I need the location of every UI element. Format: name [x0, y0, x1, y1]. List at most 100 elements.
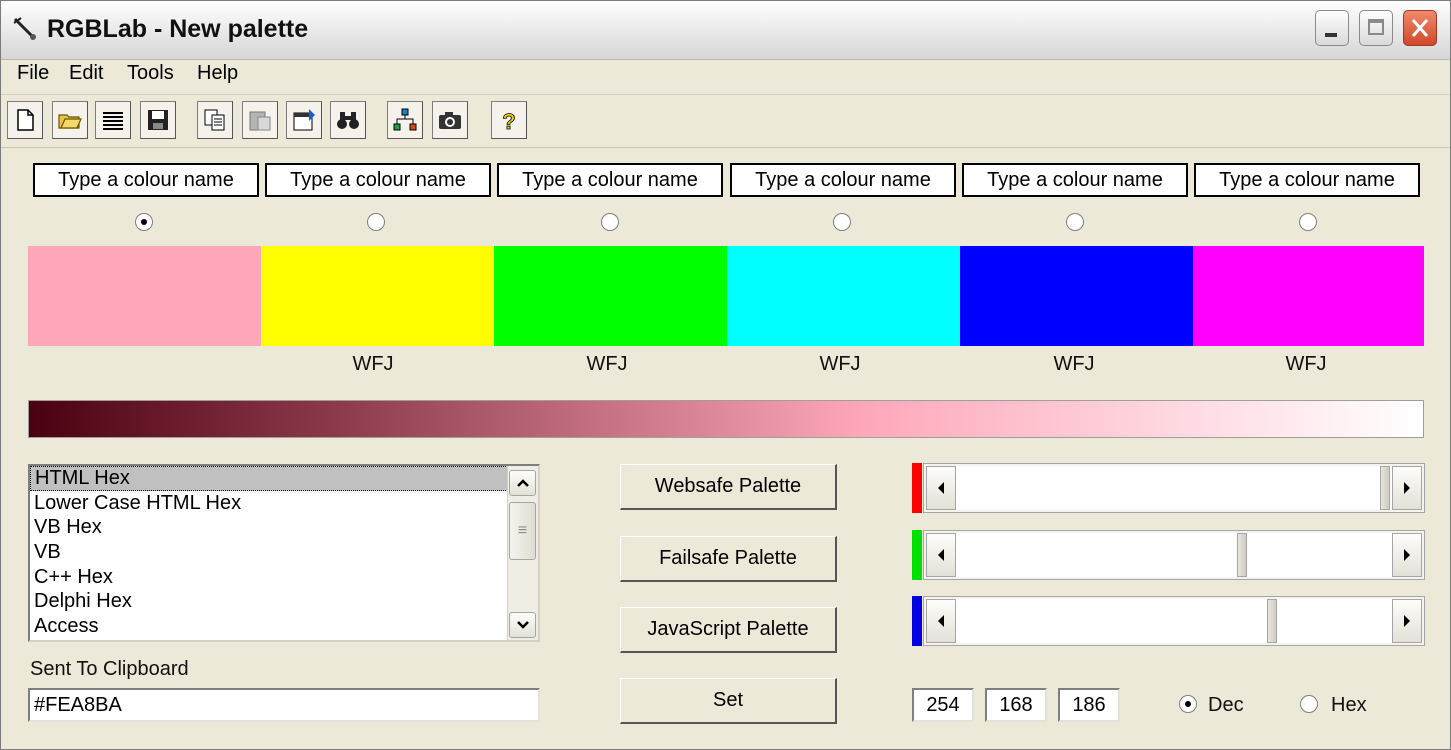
minimize-icon	[1325, 33, 1337, 37]
red-slider[interactable]	[923, 463, 1425, 513]
red-slider-thumb[interactable]	[1380, 466, 1390, 510]
palette-swatch-1[interactable]	[28, 246, 261, 346]
snapshot-button[interactable]	[432, 101, 468, 139]
palette-radio-5[interactable]	[1066, 213, 1084, 231]
menu-file[interactable]: File	[13, 62, 53, 85]
help-button[interactable]: ?	[491, 101, 527, 139]
blue-slider-left-button[interactable]	[926, 599, 956, 643]
arrow-left-icon	[938, 482, 944, 494]
binoculars-icon	[337, 112, 359, 129]
menu-help[interactable]: Help	[193, 62, 242, 85]
red-slider-right-button[interactable]	[1392, 466, 1422, 510]
format-item-html-hex[interactable]: HTML Hex	[30, 466, 508, 491]
scroll-thumb[interactable]: ≡	[509, 502, 536, 560]
blue-slider-right-button[interactable]	[1392, 599, 1422, 643]
swatch-label-3: WFJ	[586, 353, 628, 375]
app-window: RGBLab - New palette File Edit Tools Hel…	[0, 0, 1451, 750]
blue-value-field[interactable]: 186	[1058, 688, 1120, 722]
window-title: RGBLab - New palette	[47, 15, 309, 43]
colour-name-field-3[interactable]: Type a colour name	[497, 163, 723, 197]
chevron-up-icon	[516, 479, 529, 487]
list-button[interactable]	[95, 101, 131, 139]
format-listbox[interactable]: HTML Hex Lower Case HTML Hex VB Hex VB C…	[28, 464, 540, 642]
hierarchy-icon	[393, 108, 417, 131]
maximize-icon	[1368, 19, 1384, 35]
palette-radio-2[interactable]	[367, 213, 385, 231]
green-indicator	[912, 530, 922, 580]
new-button[interactable]	[7, 101, 43, 139]
red-value-field[interactable]: 254	[912, 688, 974, 722]
set-button[interactable]: Set	[620, 678, 837, 724]
palette-radio-3[interactable]	[601, 213, 619, 231]
blue-slider[interactable]	[923, 596, 1425, 646]
failsafe-palette-button[interactable]: Failsafe Palette	[620, 536, 837, 582]
properties-icon	[293, 109, 315, 131]
format-item-access[interactable]: Access	[30, 614, 538, 639]
hex-label: Hex	[1331, 694, 1367, 716]
palette-swatch-4[interactable]	[727, 246, 960, 346]
open-button[interactable]	[52, 101, 88, 139]
green-slider-left-button[interactable]	[926, 533, 956, 577]
find-button[interactable]	[330, 101, 366, 139]
palette-radio-4[interactable]	[833, 213, 851, 231]
arrow-right-icon	[1404, 549, 1410, 561]
clipboard-field[interactable]: #FEA8BA	[28, 688, 540, 722]
format-item-lower-html-hex[interactable]: Lower Case HTML Hex	[30, 491, 538, 516]
red-slider-left-button[interactable]	[926, 466, 956, 510]
help-icon: ?	[502, 109, 516, 133]
copy-button[interactable]	[197, 101, 233, 139]
green-slider-track[interactable]	[956, 533, 1392, 577]
palette-swatch-3[interactable]	[494, 246, 727, 346]
save-button[interactable]	[140, 101, 176, 139]
format-item-cpp-hex[interactable]: C++ Hex	[30, 565, 538, 590]
scroll-up-button[interactable]	[509, 470, 536, 496]
menu-edit[interactable]: Edit	[65, 62, 107, 85]
dec-radio[interactable]	[1179, 695, 1197, 713]
scroll-down-button[interactable]	[509, 612, 536, 638]
shade-gradient-bar[interactable]	[28, 400, 1424, 438]
colour-name-field-1[interactable]: Type a colour name	[33, 163, 259, 197]
colour-name-field-2[interactable]: Type a colour name	[265, 163, 491, 197]
maximize-button[interactable]	[1359, 10, 1393, 46]
svg-text:?: ?	[502, 109, 515, 133]
format-item-delphi-hex[interactable]: Delphi Hex	[30, 589, 538, 614]
properties-button[interactable]	[286, 101, 322, 139]
green-slider-right-button[interactable]	[1392, 533, 1422, 577]
paste-button[interactable]	[242, 101, 278, 139]
dec-label: Dec	[1208, 694, 1244, 716]
swatch-label-4: WFJ	[819, 353, 861, 375]
hierarchy-button[interactable]	[387, 101, 423, 139]
blue-slider-thumb[interactable]	[1267, 599, 1277, 643]
menu-tools[interactable]: Tools	[123, 62, 178, 85]
websafe-palette-button[interactable]: Websafe Palette	[620, 464, 837, 510]
camera-icon	[439, 112, 461, 129]
green-slider-thumb[interactable]	[1237, 533, 1247, 577]
green-slider[interactable]	[923, 530, 1425, 580]
format-item-vb-hex[interactable]: VB Hex	[30, 515, 538, 540]
minimize-button[interactable]	[1315, 10, 1349, 46]
close-button[interactable]	[1403, 10, 1437, 46]
colour-name-field-6[interactable]: Type a colour name	[1194, 163, 1420, 197]
green-value-field[interactable]: 168	[985, 688, 1047, 722]
format-item-vb[interactable]: VB	[30, 540, 538, 565]
red-indicator	[912, 463, 922, 513]
hex-radio[interactable]	[1300, 695, 1318, 713]
colour-name-field-4[interactable]: Type a colour name	[730, 163, 956, 197]
arrow-right-icon	[1404, 615, 1410, 627]
colour-name-field-5[interactable]: Type a colour name	[962, 163, 1188, 197]
open-folder-icon	[58, 114, 82, 129]
palette-swatch-5[interactable]	[960, 246, 1193, 346]
swatch-label-5: WFJ	[1053, 353, 1095, 375]
title-bar: RGBLab - New palette	[1, 1, 1450, 60]
arrow-right-icon	[1404, 482, 1410, 494]
blue-indicator	[912, 596, 922, 646]
new-icon	[17, 109, 34, 131]
blue-slider-track[interactable]	[956, 599, 1392, 643]
palette-radio-6[interactable]	[1299, 213, 1317, 231]
palette-radio-1[interactable]	[135, 213, 153, 231]
format-list-scrollbar[interactable]: ≡	[507, 466, 538, 640]
palette-swatch-6[interactable]	[1193, 246, 1424, 346]
palette-swatch-2[interactable]	[261, 246, 494, 346]
red-slider-track[interactable]	[956, 466, 1392, 510]
javascript-palette-button[interactable]: JavaScript Palette	[620, 607, 837, 653]
